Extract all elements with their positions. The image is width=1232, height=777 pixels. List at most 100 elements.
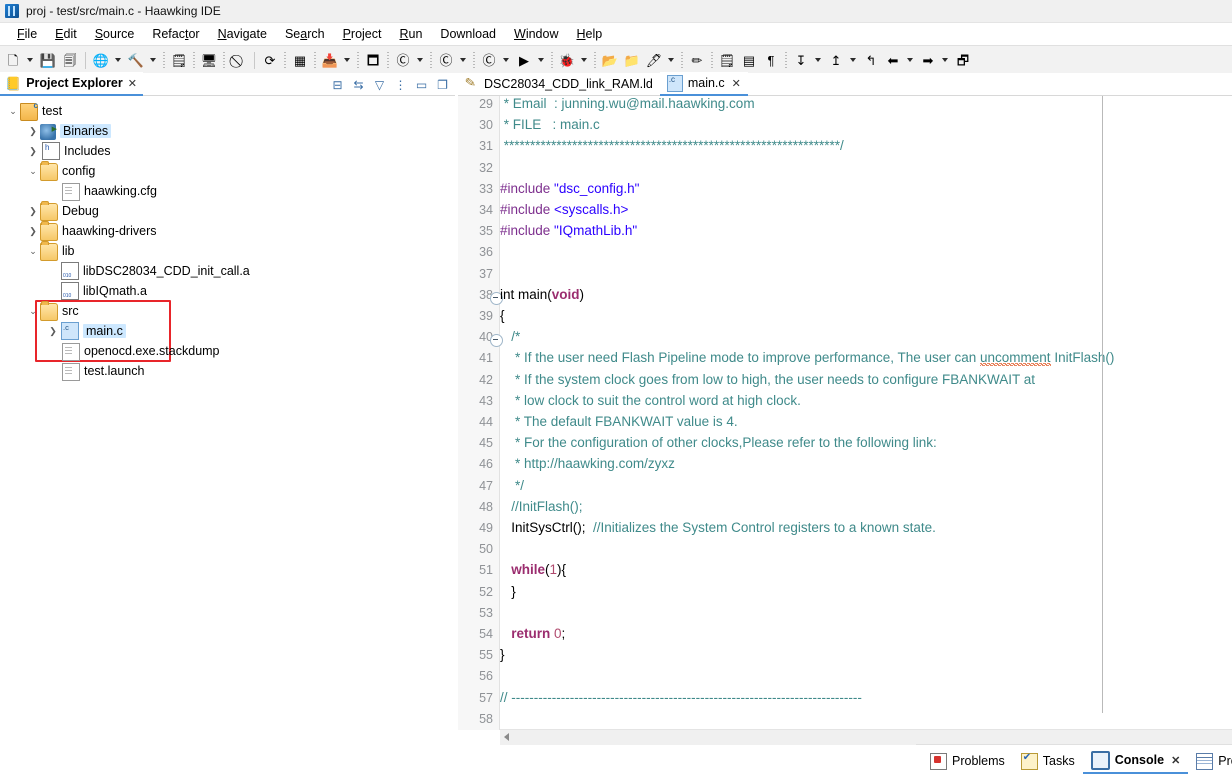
- new-c-file-button[interactable]: Ⓒ: [436, 50, 456, 70]
- save-all-button[interactable]: 🗐: [60, 50, 80, 70]
- run-dropdown-arrow[interactable]: [535, 50, 546, 70]
- skip-breakpoints-button[interactable]: ⃠: [229, 50, 249, 70]
- tree-item-openocd-exe-stackdump[interactable]: openocd.exe.stackdump: [46, 341, 220, 361]
- horizontal-scrollbar[interactable]: [500, 729, 1232, 745]
- code-text[interactable]: * Email : junning.wu@mail.haawking.com *…: [500, 96, 1232, 730]
- tree-item-binaries[interactable]: ❯ Binaries: [26, 121, 112, 141]
- menu-run[interactable]: Run: [390, 26, 431, 42]
- bottom-tab-problems[interactable]: Problems: [922, 749, 1013, 773]
- tree-item-libdsc28034-cdd-init-call-a[interactable]: libDSC28034_CDD_init_call.a: [46, 261, 250, 281]
- toggle-comment-button[interactable]: 🗒: [717, 50, 737, 70]
- chevron-right-icon[interactable]: ❯: [26, 221, 40, 241]
- new-class-button[interactable]: Ⓒ: [479, 50, 499, 70]
- chevron-right-icon[interactable]: ❯: [26, 201, 40, 221]
- new-file-button[interactable]: 🗋: [3, 50, 23, 70]
- block-selection-button[interactable]: ▤: [739, 50, 759, 70]
- new-file-dropdown-arrow[interactable]: [24, 50, 35, 70]
- tab-project-explorer[interactable]: 📒 Project Explorer ✕: [0, 72, 143, 96]
- menu-source[interactable]: Source: [86, 26, 144, 42]
- new-c-project-dropdown-arrow[interactable]: [414, 50, 425, 70]
- close-icon[interactable]: ✕: [128, 77, 137, 90]
- chevron-right-icon[interactable]: ❯: [46, 321, 60, 341]
- build-all-dropdown-arrow[interactable]: [112, 50, 123, 70]
- close-icon[interactable]: ✕: [1171, 754, 1180, 767]
- forward-button[interactable]: ➡: [918, 50, 938, 70]
- menu-download[interactable]: Download: [431, 26, 505, 42]
- scroll-left-icon[interactable]: [504, 733, 509, 741]
- new-class-dropdown-arrow[interactable]: [500, 50, 511, 70]
- binary-file-button[interactable]: 🗒: [169, 50, 189, 70]
- chevron-right-icon[interactable]: ❯: [26, 141, 40, 161]
- debug-button[interactable]: 🐞: [557, 50, 577, 70]
- load-program-dropdown-arrow[interactable]: [341, 50, 352, 70]
- highlight-dropdown-arrow[interactable]: [665, 50, 676, 70]
- tree-item-config[interactable]: ⌄ config: [26, 161, 95, 181]
- chevron-down-icon[interactable]: ⌄: [26, 301, 40, 321]
- menu-refactor[interactable]: Refactor: [143, 26, 208, 42]
- chevron-down-icon[interactable]: ⌄: [26, 161, 40, 181]
- forward-dropdown-arrow[interactable]: [939, 50, 950, 70]
- run-button[interactable]: ▶: [514, 50, 534, 70]
- collapse-all-icon[interactable]: ⊟: [329, 76, 346, 93]
- next-annotation-dropdown-arrow[interactable]: [812, 50, 823, 70]
- chevron-down-icon[interactable]: ⌄: [26, 241, 40, 261]
- c-source-icon: [61, 322, 79, 340]
- previous-annotation-dropdown-arrow[interactable]: [847, 50, 858, 70]
- resume-button[interactable]: ⟳: [260, 50, 280, 70]
- menu-window[interactable]: Window: [505, 26, 567, 42]
- next-annotation-button[interactable]: ↧: [791, 50, 811, 70]
- build-hammer-dropdown-arrow[interactable]: [147, 50, 158, 70]
- tree-item-includes[interactable]: ❯ Includes: [26, 141, 111, 161]
- debug-dropdown-arrow[interactable]: [578, 50, 589, 70]
- show-whitespace-button[interactable]: ¶: [761, 50, 781, 70]
- menu-help[interactable]: Help: [568, 26, 612, 42]
- previous-annotation-button[interactable]: ↥: [826, 50, 846, 70]
- back-dropdown-arrow[interactable]: [904, 50, 915, 70]
- editor-tab-main-c[interactable]: main.c ✕: [659, 72, 748, 96]
- tree-item-test[interactable]: ⌄ test: [6, 101, 62, 121]
- editor-tab-dsc28034-cdd-link-ram-ld[interactable]: DSC28034_CDD_link_RAM.ld: [458, 73, 660, 96]
- new-c-file-dropdown-arrow[interactable]: [457, 50, 468, 70]
- highlight-button[interactable]: 🖊: [644, 50, 664, 70]
- open-folder-button[interactable]: 📁: [622, 50, 642, 70]
- new-c-project-button[interactable]: Ⓒ: [393, 50, 413, 70]
- menu-edit[interactable]: Edit: [46, 26, 86, 42]
- tree-item-libiqmath-a[interactable]: libIQmath.a: [46, 281, 147, 301]
- tree-item-haawking-drivers[interactable]: ❯ haawking-drivers: [26, 221, 156, 241]
- new-window-button[interactable]: 🗗: [953, 50, 973, 70]
- filter-icon[interactable]: ▽: [371, 76, 388, 93]
- bottom-tab-console[interactable]: Console ✕: [1082, 748, 1189, 774]
- open-terminal-button[interactable]: 🖥: [199, 50, 219, 70]
- last-edit-location-button[interactable]: ↰: [861, 50, 881, 70]
- flash-program-button[interactable]: ▦: [290, 50, 310, 70]
- marker-button[interactable]: ✏: [687, 50, 707, 70]
- tree-item-haawking-cfg[interactable]: haawking.cfg: [46, 181, 157, 201]
- tree-item-debug[interactable]: ❯ Debug: [26, 201, 99, 221]
- build-all-button[interactable]: 🌐: [91, 50, 111, 70]
- load-program-button[interactable]: 📥: [320, 50, 340, 70]
- view-menu-icon[interactable]: ⋮: [392, 76, 409, 93]
- chevron-right-icon[interactable]: ❯: [26, 121, 40, 141]
- menu-mnemonic: F: [17, 27, 25, 41]
- editor-body[interactable]: 29 30 31 32 33 34 35 36 37 38 39 40 41 42 43 44 45 46 47 48…: [458, 96, 1232, 745]
- build-hammer-button[interactable]: 🔨: [126, 50, 146, 70]
- open-resource-button[interactable]: 📂: [600, 50, 620, 70]
- chevron-down-icon[interactable]: ⌄: [6, 101, 20, 121]
- tree-item-lib[interactable]: ⌄ lib: [26, 241, 75, 261]
- maximize-icon[interactable]: ❐: [434, 76, 451, 93]
- back-button[interactable]: ⬅: [883, 50, 903, 70]
- menu-project[interactable]: Project: [334, 26, 391, 42]
- tree-item-test-launch[interactable]: test.launch: [46, 361, 144, 381]
- menu-navigate[interactable]: Navigate: [209, 26, 276, 42]
- save-button[interactable]: 💾: [38, 50, 58, 70]
- menu-file[interactable]: File: [8, 26, 46, 42]
- minimize-icon[interactable]: ▭: [413, 76, 430, 93]
- tree-item-src[interactable]: ⌄ src: [26, 301, 79, 321]
- restore-view-button[interactable]: 🗖: [363, 50, 383, 70]
- link-with-editor-icon[interactable]: ⇆: [350, 76, 367, 93]
- close-icon[interactable]: ✕: [732, 77, 741, 90]
- menu-search[interactable]: Search: [276, 26, 334, 42]
- tree-item-main-c[interactable]: ❯ main.c: [46, 321, 126, 341]
- bottom-tab-properties[interactable]: Properties: [1188, 749, 1232, 773]
- bottom-tab-tasks[interactable]: Tasks: [1013, 749, 1083, 773]
